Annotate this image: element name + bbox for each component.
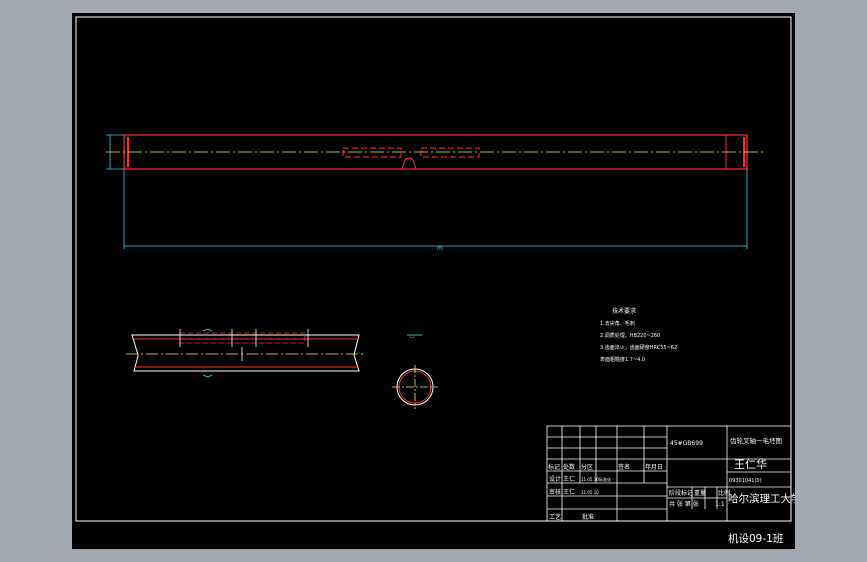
cad-canvas: m ▭ 技术要求 1.去尖角、毛刺 2.调质处理，HB220~260 3.齿面淬…	[75, 16, 795, 545]
row-label: 分区	[581, 463, 593, 471]
row-label: 标记	[548, 463, 560, 471]
key-label: ▭	[409, 333, 415, 340]
reviewer-short: 王仁	[563, 488, 575, 496]
section-view: ▭	[392, 333, 438, 409]
material-label: 45#GB699	[670, 440, 703, 447]
drawing-sheet: m ▭ 技术要求 1.去尖角、毛刺 2.调质处理，HB220~260 3.齿面淬…	[72, 13, 795, 549]
note-line: 3.齿面淬火，齿面硬度HRC55~62	[600, 344, 677, 351]
length-dimension-label: m	[437, 245, 443, 252]
role-process: 工艺	[549, 513, 561, 521]
row-label: 年月日	[645, 463, 663, 471]
drawing-name: 齿轮叉轴一毛坯图	[730, 436, 782, 445]
scale-value: 1:1	[715, 501, 725, 508]
role-designer: 设计	[549, 475, 561, 483]
shaft-main-view: m	[106, 134, 766, 252]
notes-heading: 技术要求	[612, 307, 636, 315]
row-label: 处数	[563, 463, 575, 471]
school-name: 哈尔滨理工大学	[728, 492, 795, 505]
blank-side-view	[126, 328, 366, 378]
stage-label: 阶段标记	[669, 489, 693, 497]
weight-label: 重量	[694, 489, 706, 497]
note-line: 1.去尖角、毛刺	[600, 320, 635, 327]
class-name: 机设09-1班	[728, 532, 784, 545]
standardization: 标准化	[599, 476, 611, 482]
drawing-number: 09301041(0)	[729, 478, 762, 484]
approve-label: 批准	[582, 513, 594, 521]
review-date: 11.05.10	[581, 490, 599, 495]
designer-short: 王仁	[563, 475, 575, 483]
designer-name: 王仁华	[734, 457, 767, 471]
design-date: 11.05.10	[581, 477, 599, 482]
sheet-label: 共 张 第 张	[669, 500, 699, 508]
role-reviewer: 审核	[549, 488, 561, 496]
note-line: 表面粗糙度1.7~4.0	[600, 356, 645, 363]
note-line: 2.调质处理，HB220~260	[600, 332, 660, 339]
row-label: 签名	[618, 463, 630, 471]
technical-notes: 技术要求 1.去尖角、毛刺 2.调质处理，HB220~260 3.齿面淬火，齿面…	[600, 307, 677, 363]
